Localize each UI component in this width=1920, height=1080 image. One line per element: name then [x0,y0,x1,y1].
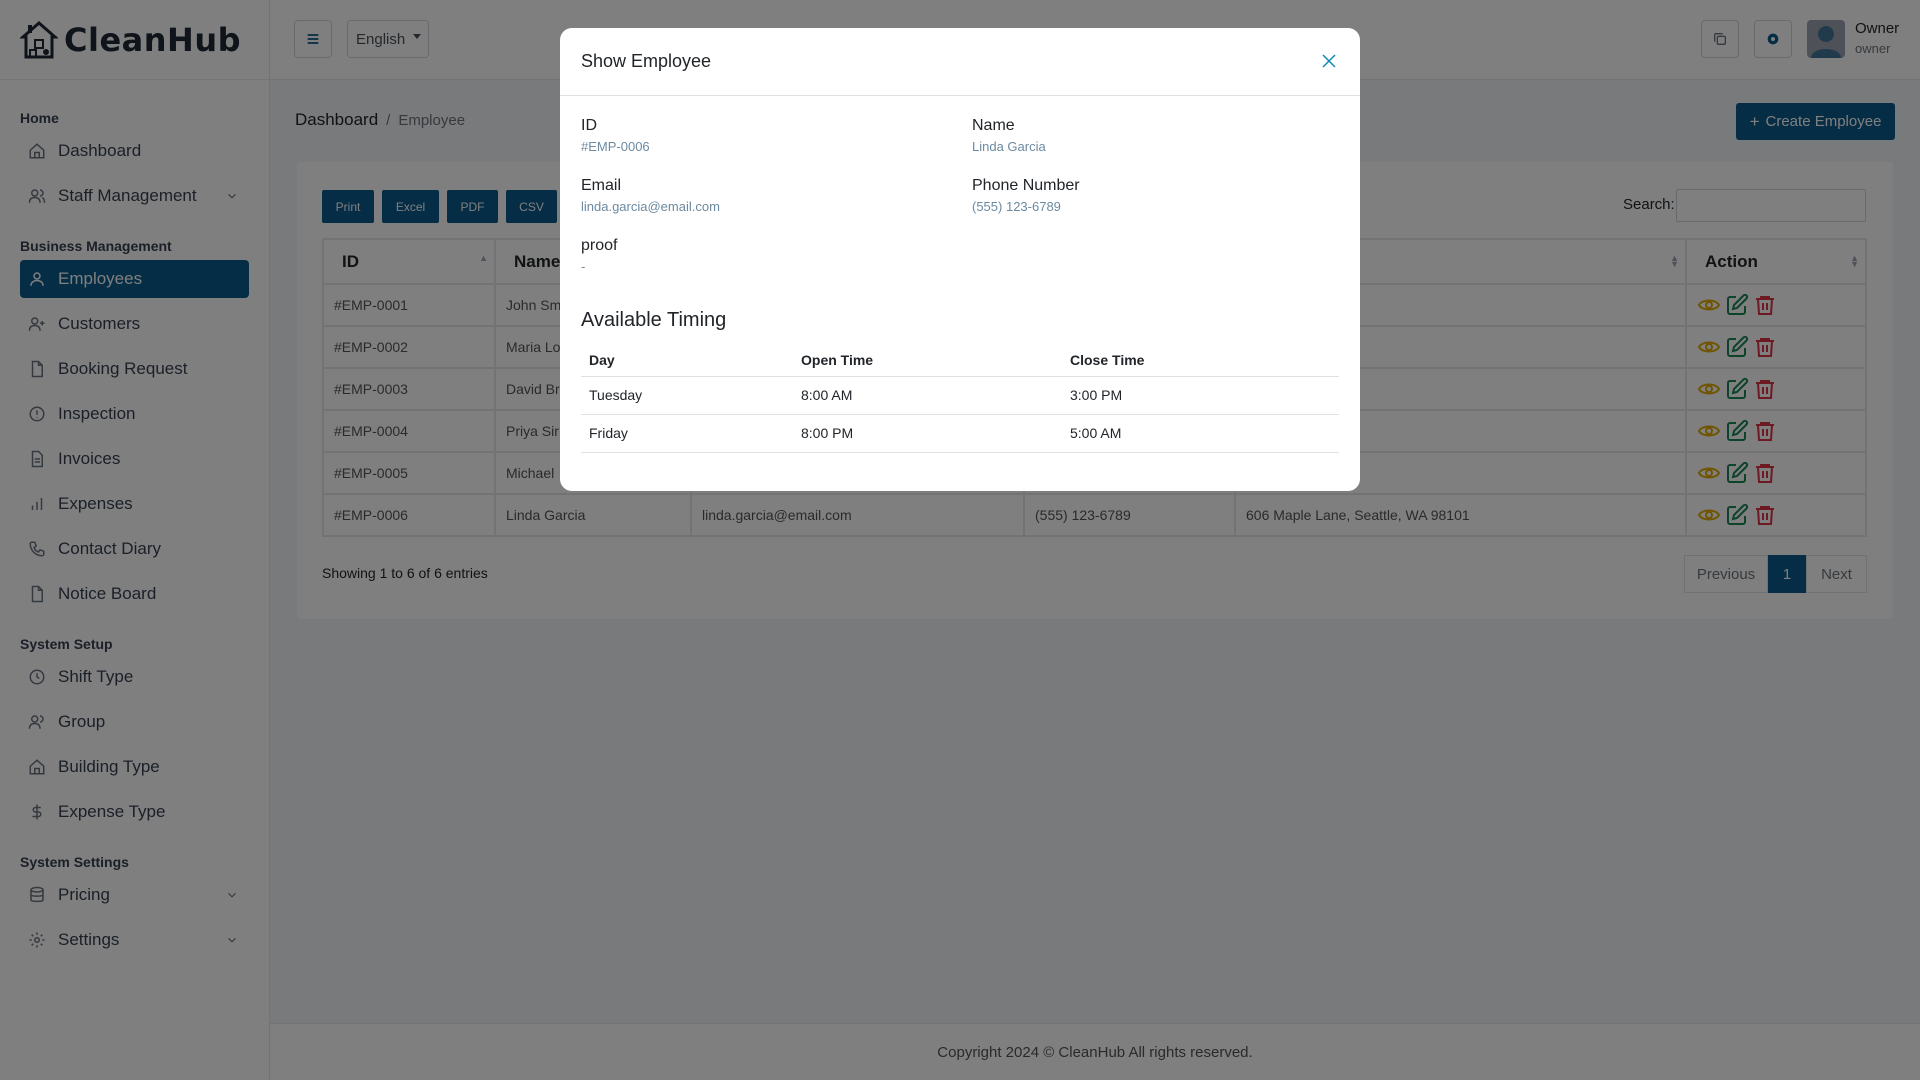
field-email-value: linda.garcia@email.com [581,199,720,214]
field-name-label: Name [972,117,1015,134]
timing-row: Friday 8:00 PM 5:00 AM [581,414,1339,453]
field-email-label: Email [581,177,622,194]
modal-header: Show Employee [560,28,1360,96]
col-close-time: Close Time [1062,344,1339,377]
timing-header-row: Day Open Time Close Time [581,344,1339,377]
timing-row: Tuesday 8:00 AM 3:00 PM [581,376,1339,415]
field-proof-value: - [581,259,586,274]
field-phone-label: Phone Number [972,177,1080,194]
field-name: Name Linda Garcia [972,117,1046,154]
available-timing-title: Available Timing [581,309,727,331]
field-id: ID #EMP-0006 [581,117,650,154]
timing-day: Friday [581,414,793,453]
field-phone: Phone Number (555) 123-6789 [972,177,1080,214]
timing-close: 3:00 PM [1062,376,1339,415]
field-id-value: #EMP-0006 [581,139,650,154]
timing-close: 5:00 AM [1062,414,1339,453]
field-proof-label: proof [581,237,618,254]
timing-open: 8:00 AM [793,376,1062,415]
field-email: Email linda.garcia@email.com [581,177,720,214]
col-open-time: Open Time [793,344,1062,377]
field-id-label: ID [581,117,597,134]
field-proof: proof - [581,237,617,274]
timing-day: Tuesday [581,376,793,415]
field-phone-value: (555) 123-6789 [972,199,1061,214]
modal-title: Show Employee [581,51,712,71]
timing-table: Day Open Time Close Time Tuesday 8:00 AM… [581,344,1339,453]
close-icon[interactable] [1320,52,1338,70]
col-day: Day [581,344,793,377]
timing-open: 8:00 PM [793,414,1062,453]
field-name-value: Linda Garcia [972,139,1046,154]
show-employee-modal: Show Employee ID #EMP-0006 Name Linda Ga… [560,28,1360,491]
